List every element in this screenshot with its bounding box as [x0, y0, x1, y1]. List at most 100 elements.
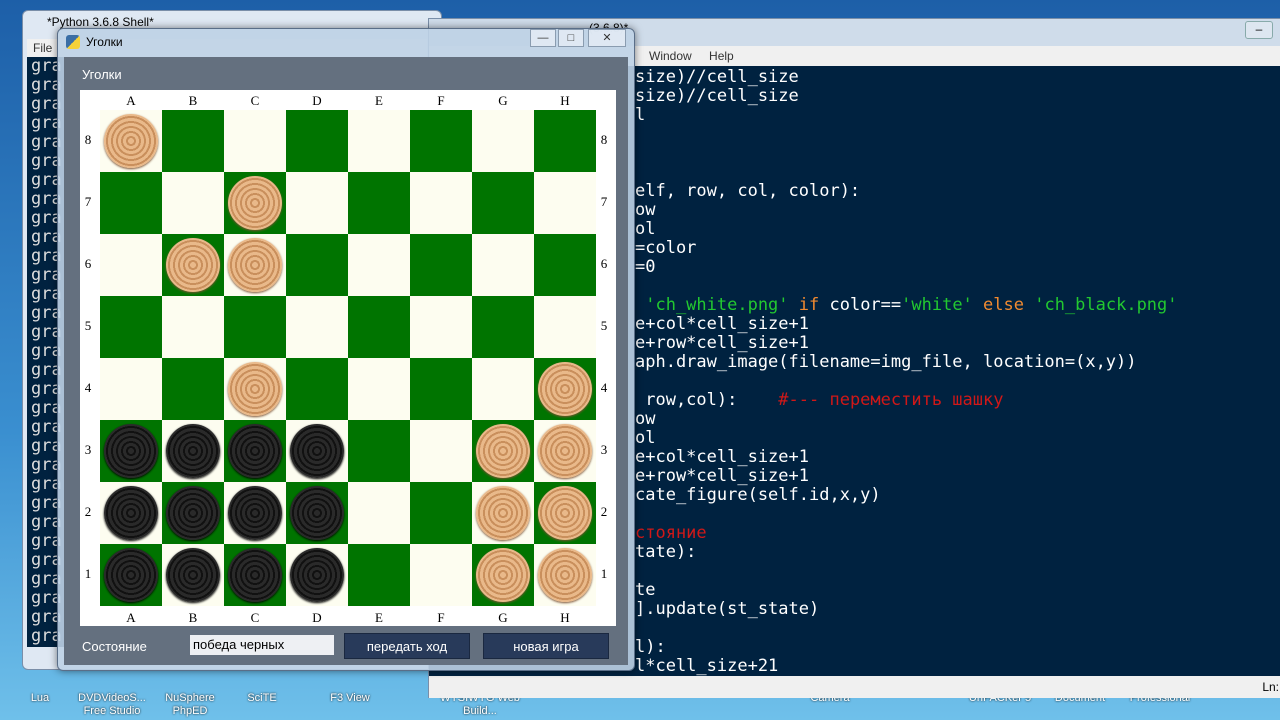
- board-square-e7[interactable]: [348, 172, 410, 234]
- board-square-g8[interactable]: [472, 110, 534, 172]
- board-square-b1[interactable]: [162, 544, 224, 606]
- desktop-icon-label[interactable]: SciTE: [222, 692, 302, 705]
- black-checker[interactable]: [104, 486, 158, 540]
- white-checker[interactable]: [104, 114, 158, 168]
- black-checker[interactable]: [166, 424, 220, 478]
- board-square-b3[interactable]: [162, 420, 224, 482]
- board-square-a6[interactable]: [100, 234, 162, 296]
- state-input[interactable]: победа черных: [190, 635, 334, 655]
- board-square-e5[interactable]: [348, 296, 410, 358]
- white-checker[interactable]: [228, 176, 282, 230]
- board-square-b6[interactable]: [162, 234, 224, 296]
- board-square-c6[interactable]: [224, 234, 286, 296]
- minimize-button[interactable]: —: [530, 29, 556, 47]
- board-square-a7[interactable]: [100, 172, 162, 234]
- white-checker[interactable]: [476, 548, 530, 602]
- board-square-g1[interactable]: [472, 544, 534, 606]
- board-square-g7[interactable]: [472, 172, 534, 234]
- board-square-f1[interactable]: [410, 544, 472, 606]
- board-square-d7[interactable]: [286, 172, 348, 234]
- board-square-c3[interactable]: [224, 420, 286, 482]
- board-square-a8[interactable]: [100, 110, 162, 172]
- maximize-button[interactable]: □: [558, 29, 584, 47]
- desktop-icon-label[interactable]: NuSphere PhpED: [150, 692, 230, 718]
- white-checker[interactable]: [228, 238, 282, 292]
- board-square-h8[interactable]: [534, 110, 596, 172]
- board-square-d8[interactable]: [286, 110, 348, 172]
- white-checker[interactable]: [538, 548, 592, 602]
- board-square-h3[interactable]: [534, 420, 596, 482]
- board-square-b8[interactable]: [162, 110, 224, 172]
- board-square-d4[interactable]: [286, 358, 348, 420]
- board-square-h4[interactable]: [534, 358, 596, 420]
- white-checker[interactable]: [538, 486, 592, 540]
- white-checker[interactable]: [476, 486, 530, 540]
- black-checker[interactable]: [290, 548, 344, 602]
- board-square-f2[interactable]: [410, 482, 472, 544]
- board-square-c5[interactable]: [224, 296, 286, 358]
- game-board[interactable]: A A B B C C D D E E F F G G H H 8 8 7 7 6 6 5 5 4 4 3 3 2 2 1 1: [80, 90, 616, 626]
- board-square-a2[interactable]: [100, 482, 162, 544]
- board-square-b5[interactable]: [162, 296, 224, 358]
- board-square-h7[interactable]: [534, 172, 596, 234]
- board-square-g2[interactable]: [472, 482, 534, 544]
- board-square-g6[interactable]: [472, 234, 534, 296]
- white-checker[interactable]: [538, 424, 592, 478]
- board-square-g3[interactable]: [472, 420, 534, 482]
- board-square-d5[interactable]: [286, 296, 348, 358]
- white-checker[interactable]: [166, 238, 220, 292]
- board-square-e1[interactable]: [348, 544, 410, 606]
- white-checker[interactable]: [476, 424, 530, 478]
- board-square-e3[interactable]: [348, 420, 410, 482]
- black-checker[interactable]: [290, 486, 344, 540]
- black-checker[interactable]: [228, 424, 282, 478]
- new-game-button[interactable]: новая игра: [483, 633, 609, 659]
- board-square-e4[interactable]: [348, 358, 410, 420]
- board-square-b4[interactable]: [162, 358, 224, 420]
- black-checker[interactable]: [166, 548, 220, 602]
- board-square-a4[interactable]: [100, 358, 162, 420]
- black-checker[interactable]: [228, 548, 282, 602]
- board-square-c7[interactable]: [224, 172, 286, 234]
- desktop-icon-label[interactable]: Lua: [0, 692, 80, 705]
- close-button[interactable]: ✕: [588, 29, 626, 47]
- board-square-f5[interactable]: [410, 296, 472, 358]
- board-square-c1[interactable]: [224, 544, 286, 606]
- board-square-h2[interactable]: [534, 482, 596, 544]
- black-checker[interactable]: [104, 424, 158, 478]
- pass-turn-button[interactable]: передать ход: [344, 633, 470, 659]
- board-square-d1[interactable]: [286, 544, 348, 606]
- board-square-f6[interactable]: [410, 234, 472, 296]
- board-square-h6[interactable]: [534, 234, 596, 296]
- black-checker[interactable]: [290, 424, 344, 478]
- board-square-h5[interactable]: [534, 296, 596, 358]
- desktop-icon-label[interactable]: F3 View: [310, 692, 390, 705]
- board-square-a3[interactable]: [100, 420, 162, 482]
- board-square-f7[interactable]: [410, 172, 472, 234]
- menu-help[interactable]: Help: [709, 49, 734, 63]
- board-square-d2[interactable]: [286, 482, 348, 544]
- board-square-b2[interactable]: [162, 482, 224, 544]
- board-square-f8[interactable]: [410, 110, 472, 172]
- board-square-f4[interactable]: [410, 358, 472, 420]
- board-square-c8[interactable]: [224, 110, 286, 172]
- board-square-a1[interactable]: [100, 544, 162, 606]
- board-square-c2[interactable]: [224, 482, 286, 544]
- board-square-g5[interactable]: [472, 296, 534, 358]
- white-checker[interactable]: [228, 362, 282, 416]
- board-square-c4[interactable]: [224, 358, 286, 420]
- board-square-b7[interactable]: [162, 172, 224, 234]
- black-checker[interactable]: [104, 548, 158, 602]
- board-square-a5[interactable]: [100, 296, 162, 358]
- board-square-h1[interactable]: [534, 544, 596, 606]
- menu-window[interactable]: Window: [649, 49, 692, 63]
- board-square-e6[interactable]: [348, 234, 410, 296]
- black-checker[interactable]: [228, 486, 282, 540]
- black-checker[interactable]: [166, 486, 220, 540]
- board-square-e8[interactable]: [348, 110, 410, 172]
- white-checker[interactable]: [538, 362, 592, 416]
- desktop-icon-label[interactable]: DVDVideoS... Free Studio: [72, 692, 152, 718]
- board-square-f3[interactable]: [410, 420, 472, 482]
- board-square-e2[interactable]: [348, 482, 410, 544]
- minimize-button[interactable]: –: [1245, 21, 1273, 39]
